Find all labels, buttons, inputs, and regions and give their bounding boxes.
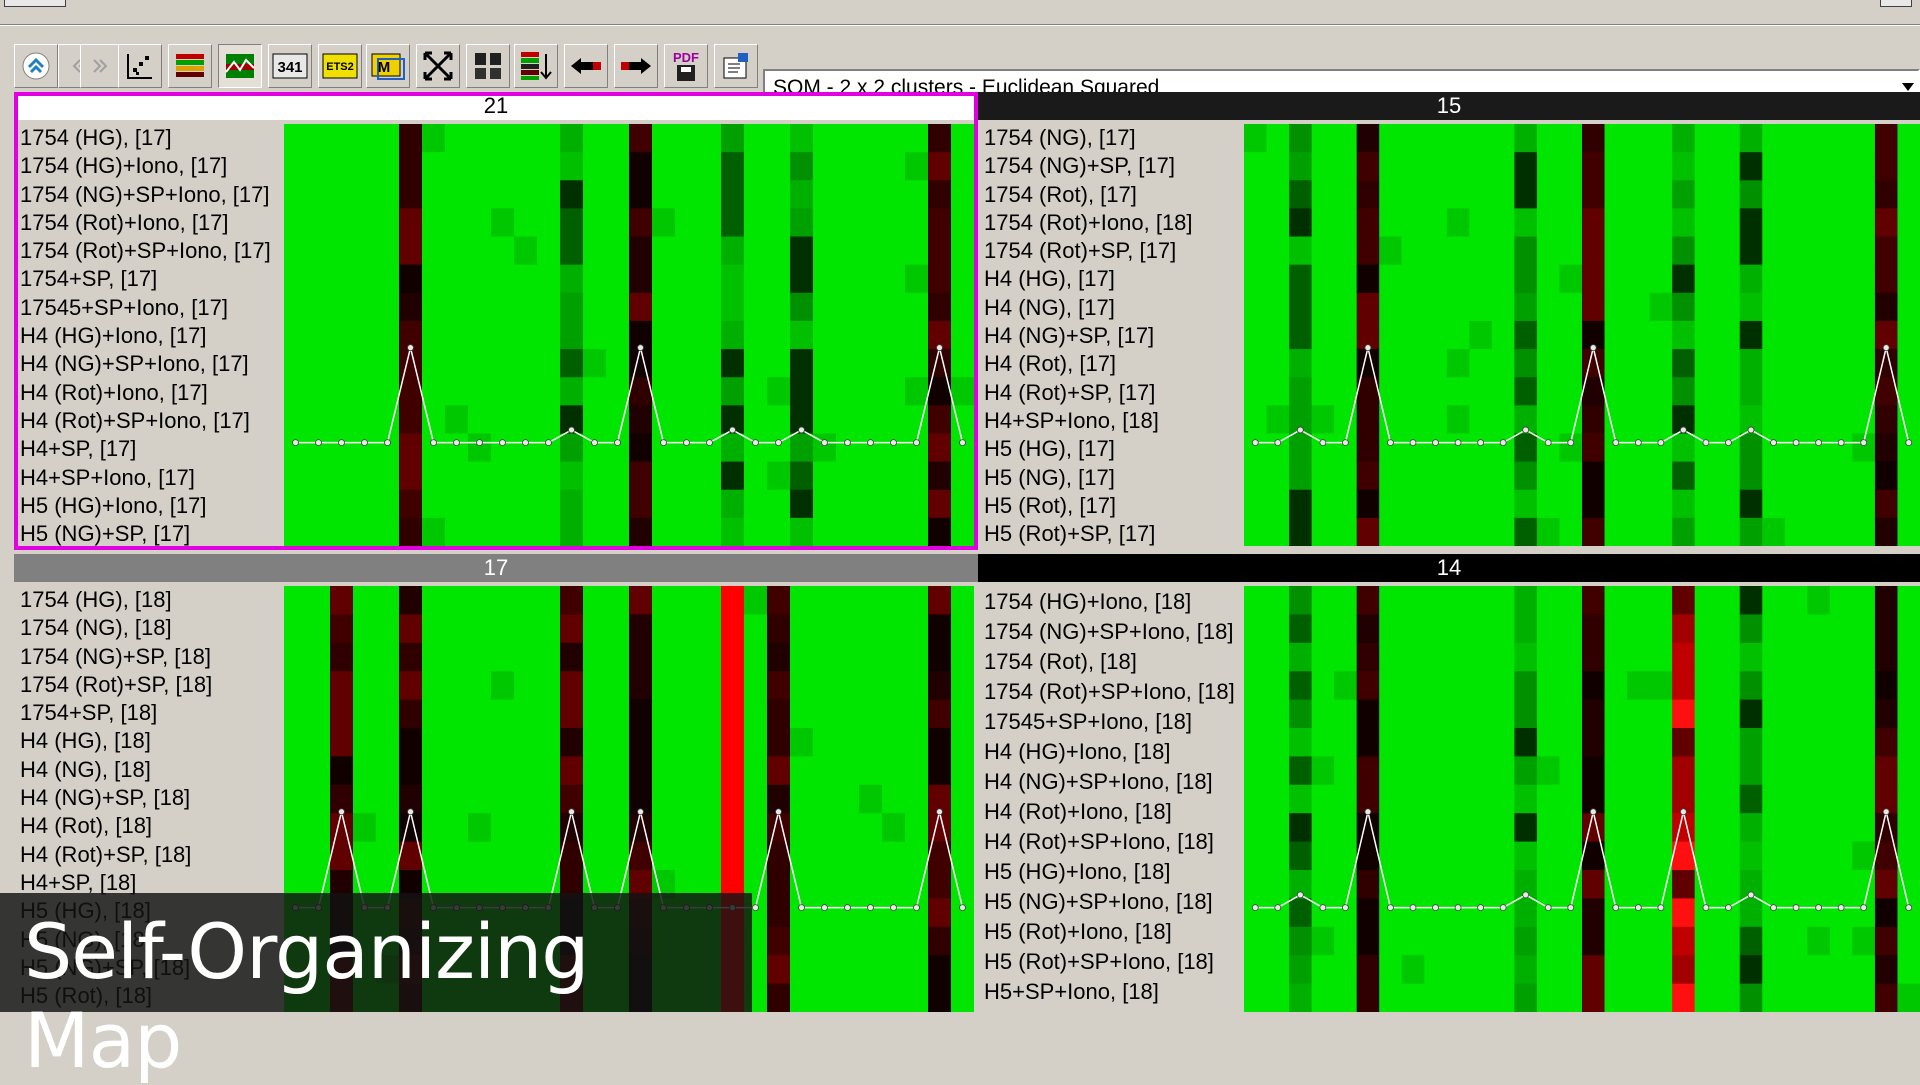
row-label[interactable]: H5 (Rot)+SP, [17]	[984, 520, 1193, 548]
row-label[interactable]: H4 (Rot)+SP+Iono, [18]	[984, 828, 1235, 858]
row-label[interactable]: H4+SP, [17]	[20, 435, 271, 463]
row-label[interactable]: H4 (HG), [18]	[20, 727, 212, 755]
row-label[interactable]: 1754 (NG), [18]	[20, 614, 212, 642]
cluster-panel-21[interactable]: 21 1754 (HG), [17] 1754 (HG)+Iono, [17] 17…	[14, 92, 978, 550]
window-tab-left[interactable]	[4, 0, 66, 7]
row-label[interactable]: 1754 (Rot)+Iono, [18]	[984, 209, 1193, 237]
row-label[interactable]: 1754 (Rot)+SP, [17]	[984, 237, 1193, 265]
row-label[interactable]: 1754 (NG)+SP, [17]	[984, 152, 1193, 180]
row-label[interactable]: H4 (NG), [17]	[984, 294, 1193, 322]
row-label[interactable]: H4+SP+Iono, [17]	[20, 464, 271, 492]
row-label[interactable]: H5 (HG), [17]	[984, 435, 1193, 463]
row-label[interactable]: H4 (NG)+SP+Iono, [18]	[984, 768, 1235, 798]
row-label[interactable]: H4+SP+Iono, [18]	[984, 407, 1193, 435]
row-label[interactable]: H4 (Rot)+SP+Iono, [17]	[20, 407, 271, 435]
row-label[interactable]: H4 (Rot)+Iono, [18]	[984, 798, 1235, 828]
row-label[interactable]: 1754+SP, [18]	[20, 699, 212, 727]
row-label[interactable]: H4 (Rot), [18]	[20, 812, 212, 840]
row-label[interactable]: 1754 (HG)+Iono, [18]	[984, 588, 1235, 618]
cluster-heatmap	[284, 124, 974, 546]
row-label[interactable]: 1754 (NG), [17]	[984, 124, 1193, 152]
row-label[interactable]: H5+SP+Iono, [18]	[984, 978, 1235, 1008]
columns-icon[interactable]	[466, 44, 510, 88]
move-left-icon[interactable]	[564, 44, 608, 88]
row-label[interactable]: 1754 (Rot)+SP+Iono, [18]	[984, 678, 1235, 708]
row-label[interactable]: H4 (HG)+Iono, [17]	[20, 322, 271, 350]
prev-page-icon[interactable]	[80, 44, 120, 88]
row-label[interactable]: H4 (NG)+SP+Iono, [17]	[20, 350, 271, 378]
row-label[interactable]: 1754 (NG)+SP, [18]	[20, 643, 212, 671]
row-label[interactable]: 17545+SP+Iono, [17]	[20, 294, 271, 322]
row-label[interactable]: 1754 (Rot)+SP+Iono, [17]	[20, 237, 271, 265]
ets2-label: ETS2	[326, 61, 354, 73]
cluster-panel-14[interactable]: 14 1754 (HG)+Iono, [18] 1754 (NG)+SP+Iono…	[978, 554, 1920, 1012]
toolbar: 341 ETS2 M PDF SOM - 2 x 2 clusters - Eu…	[0, 25, 1920, 107]
row-label[interactable]: H4 (Rot), [17]	[984, 350, 1193, 378]
row-label[interactable]: 1754 (NG)+SP+Iono, [17]	[20, 181, 271, 209]
window-tab-right[interactable]	[1880, 0, 1912, 7]
row-label[interactable]: H5 (NG)+SP, [17]	[20, 520, 271, 548]
caption-title: Self-Organizing Map	[24, 907, 590, 1085]
cluster-heatmap	[1244, 586, 1920, 1012]
caption-overlay: Self-Organizing Map	[0, 893, 752, 1085]
row-label[interactable]: 1754 (Rot), [17]	[984, 181, 1193, 209]
cluster-row-labels: 1754 (HG), [17] 1754 (HG)+Iono, [17] 1754 …	[20, 124, 271, 548]
row-label[interactable]: H4 (NG)+SP, [18]	[20, 784, 212, 812]
row-label[interactable]: 17545+SP+Iono, [18]	[984, 708, 1235, 738]
row-label[interactable]: H4 (Rot)+Iono, [17]	[20, 379, 271, 407]
cluster-row-labels: 1754 (HG)+Iono, [18] 1754 (NG)+SP+Iono, […	[984, 588, 1235, 1008]
row-label[interactable]: H5 (NG), [17]	[984, 464, 1193, 492]
row-label[interactable]: 1754+SP, [17]	[20, 265, 271, 293]
row-label[interactable]: H5 (Rot), [17]	[984, 492, 1193, 520]
row-label[interactable]: H4 (NG)+SP, [17]	[984, 322, 1193, 350]
move-right-icon[interactable]	[614, 44, 658, 88]
sort-rows-icon[interactable]	[514, 44, 558, 88]
cluster-row-labels: 1754 (NG), [17] 1754 (NG)+SP, [17] 1754 (R…	[984, 124, 1193, 548]
row-label[interactable]: H4 (NG), [18]	[20, 756, 212, 784]
row-label[interactable]: H4 (Rot)+SP, [18]	[20, 841, 212, 869]
cluster-panel-15[interactable]: 15 1754 (NG), [17] 1754 (NG)+SP, [17] 1754…	[978, 92, 1920, 550]
chevron-down-icon[interactable]	[1902, 83, 1914, 91]
count-341-icon[interactable]: 341	[268, 44, 312, 88]
cluster-header: 14	[978, 554, 1920, 582]
row-label[interactable]: 1754 (HG), [17]	[20, 124, 271, 152]
row-label[interactable]: 1754 (Rot), [18]	[984, 648, 1235, 678]
row-label[interactable]: H5 (HG)+Iono, [17]	[20, 492, 271, 520]
home-icon[interactable]	[14, 44, 58, 88]
count-341-label: 341	[277, 59, 302, 76]
row-label[interactable]: 1754 (HG)+Iono, [17]	[20, 152, 271, 180]
window-top-strip	[0, 0, 1920, 25]
row-label[interactable]: H5 (Rot)+Iono, [18]	[984, 918, 1235, 948]
row-label[interactable]: H5 (HG)+Iono, [18]	[984, 858, 1235, 888]
ets2-icon[interactable]: ETS2	[318, 44, 362, 88]
cluster-heatmap	[1244, 124, 1920, 546]
cluster-header: 21	[14, 92, 978, 120]
cluster-header: 15	[978, 92, 1920, 120]
row-label[interactable]: H4 (Rot)+SP, [17]	[984, 379, 1193, 407]
m-table-label: M	[378, 59, 391, 76]
heatmap-icon[interactable]	[168, 44, 212, 88]
row-label[interactable]: H5 (NG)+SP+Iono, [18]	[984, 888, 1235, 918]
scatter-plot-icon[interactable]	[118, 44, 162, 88]
row-label[interactable]: H4 (HG)+Iono, [18]	[984, 738, 1235, 768]
row-label[interactable]: 1754 (Rot)+Iono, [17]	[20, 209, 271, 237]
expand-icon[interactable]	[416, 44, 460, 88]
pdf-label: PDF	[673, 50, 699, 65]
pdf-export-icon[interactable]: PDF	[664, 44, 708, 88]
cluster-header: 17	[14, 554, 978, 582]
row-label[interactable]: 1754 (Rot)+SP, [18]	[20, 671, 212, 699]
properties-icon[interactable]	[714, 44, 758, 88]
row-label[interactable]: 1754 (HG), [18]	[20, 586, 212, 614]
row-label[interactable]: H5 (Rot)+SP+Iono, [18]	[984, 948, 1235, 978]
profile-chart-icon[interactable]	[218, 44, 262, 88]
m-table-icon[interactable]: M	[366, 44, 410, 88]
row-label[interactable]: H4 (HG), [17]	[984, 265, 1193, 293]
row-label[interactable]: 1754 (NG)+SP+Iono, [18]	[984, 618, 1235, 648]
